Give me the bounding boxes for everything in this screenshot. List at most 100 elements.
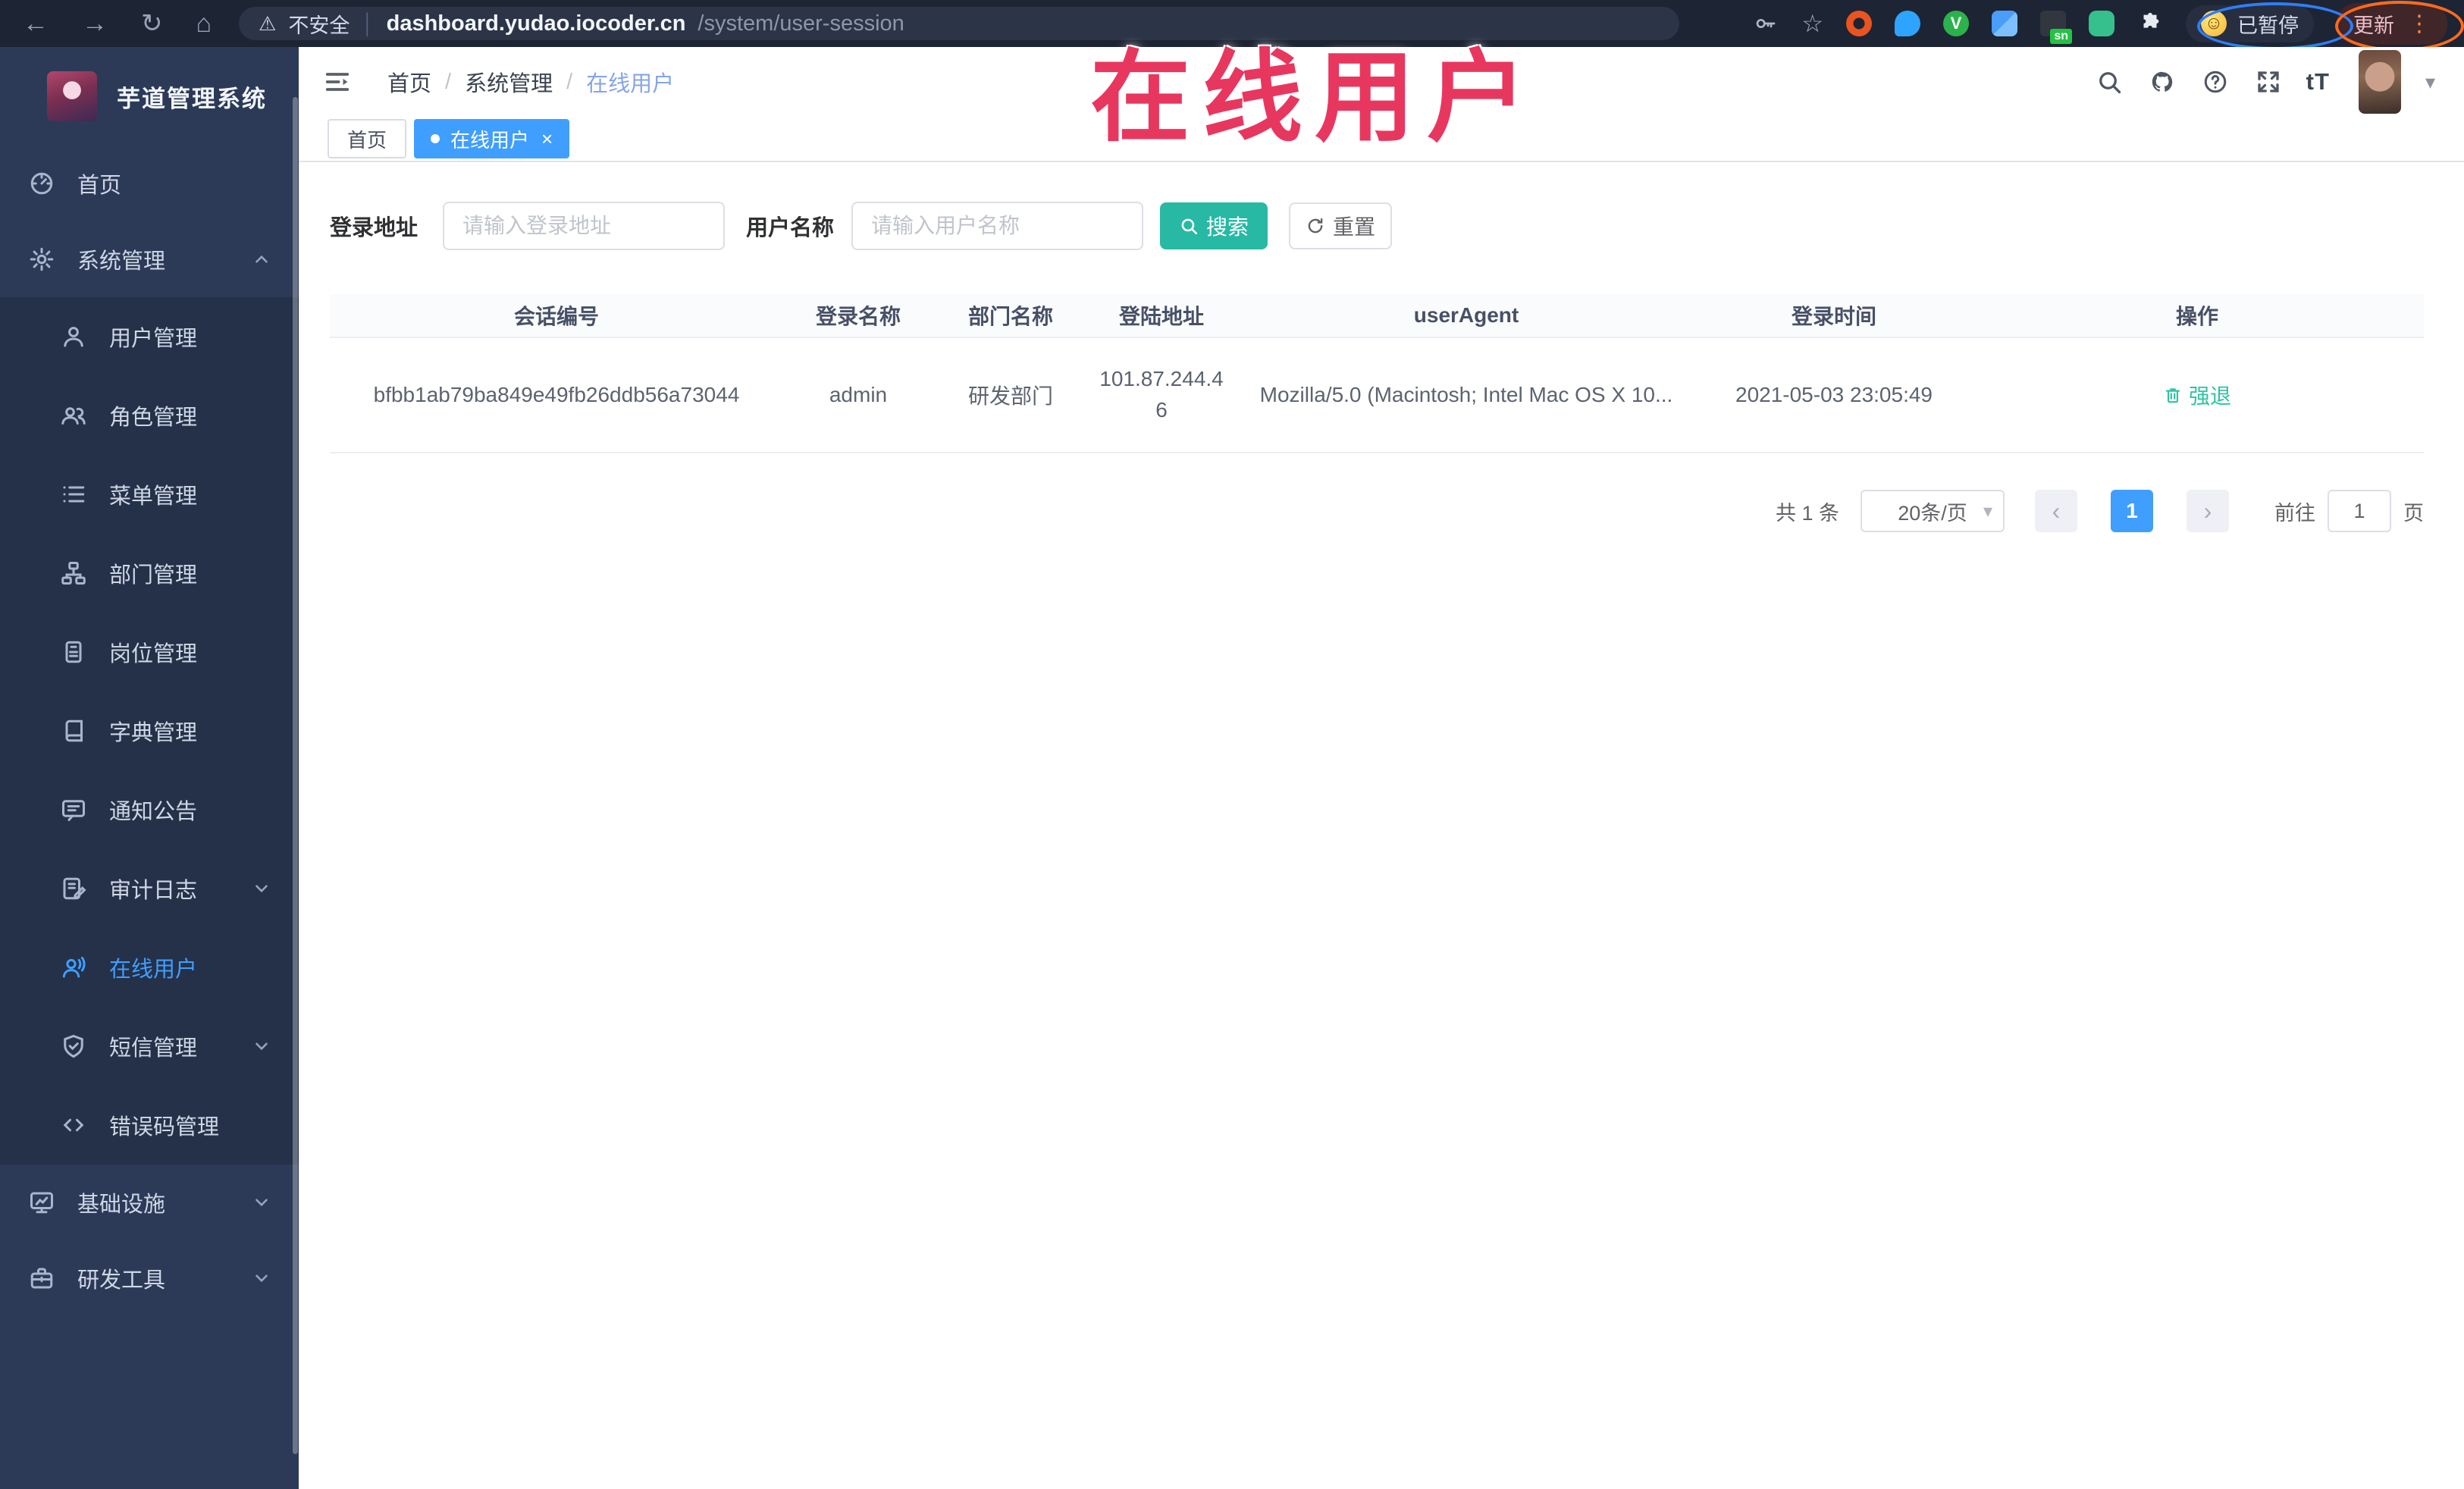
sidebar-item-label: 通知公告: [109, 800, 198, 824]
bookmark-star-icon[interactable]: ☆: [1801, 9, 1823, 38]
next-page-button[interactable]: ›: [2187, 490, 2229, 532]
sidebar-item-label: 用户管理: [109, 327, 198, 351]
login-address-label: 登录地址: [330, 216, 419, 240]
sidebar-item-role-mgmt[interactable]: 角色管理: [0, 376, 299, 455]
extension-drop-icon[interactable]: [1895, 11, 1920, 36]
hamburger-icon[interactable]: [322, 67, 353, 97]
sidebar-item-dict-mgmt[interactable]: 字典管理: [0, 691, 299, 770]
dashboard-icon: [27, 169, 56, 198]
sidebar-scrollbar[interactable]: [293, 97, 298, 1454]
sidebar-item-label: 错误码管理: [109, 1115, 220, 1139]
refresh-icon: [1308, 218, 1323, 234]
chevron-down-icon: [252, 879, 271, 898]
sidebar-item-audit-log[interactable]: 审计日志: [0, 849, 299, 928]
sidebar-item-notice[interactable]: 通知公告: [0, 770, 299, 849]
sidebar-item-sms-mgmt[interactable]: 短信管理: [0, 1007, 299, 1086]
extension-badge: sn: [2050, 29, 2072, 44]
cell-dept-name: 研发部门: [967, 384, 1053, 408]
help-icon[interactable]: [2200, 67, 2230, 97]
search-button[interactable]: 搜索: [1160, 202, 1268, 249]
sidebar-item-system[interactable]: 系统管理: [0, 221, 299, 297]
sidebar-item-label: 在线用户: [109, 958, 198, 982]
annotation-title: 在线用户: [1090, 42, 1539, 153]
avatar[interactable]: [2358, 50, 2401, 114]
reset-button[interactable]: 重置: [1289, 202, 1393, 249]
sidebar-item-dev-tools[interactable]: 研发工具: [0, 1240, 299, 1316]
sidebar-submenu-system: 用户管理 角色管理 菜单管理 部门管理 岗位管理 字典管理 通知公告 审计日志 …: [0, 297, 299, 1165]
tab-online-users[interactable]: 在线用户 ×: [414, 119, 570, 158]
profile-paused-chip[interactable]: ☺ 已暂停: [2186, 5, 2314, 42]
tab-home[interactable]: 首页: [328, 119, 407, 158]
trash-icon: [2165, 388, 2180, 403]
extension-blue-icon[interactable]: [1992, 11, 2017, 36]
sidebar-item-infrastructure[interactable]: 基础设施: [0, 1165, 299, 1240]
announcement-icon: [59, 795, 88, 824]
sidebar-item-label: 首页: [77, 174, 122, 198]
breadcrumb-system[interactable]: 系统管理: [465, 66, 553, 98]
chevron-down-icon: [252, 1193, 271, 1212]
back-icon[interactable]: ←: [23, 11, 49, 36]
profile-emoji-icon: ☺: [2201, 11, 2227, 36]
goto-page-input[interactable]: [2328, 490, 2391, 532]
search-icon[interactable]: [2094, 67, 2124, 97]
breadcrumb-separator: /: [445, 69, 452, 94]
sidebar-item-online-users[interactable]: 在线用户: [0, 928, 299, 1007]
extension-database-icon[interactable]: sn: [2040, 11, 2072, 44]
code-icon: [59, 1111, 88, 1139]
key-icon[interactable]: [1751, 10, 1779, 37]
sidebar: 芋道管理系统 首页 系统管理 用户管理 角色管理 菜单管理 部门管理 岗位管理 …: [0, 47, 299, 1489]
sidebar-item-user-mgmt[interactable]: 用户管理: [0, 297, 299, 376]
page-1-button[interactable]: 1: [2111, 490, 2153, 532]
sidebar-item-post-mgmt[interactable]: 岗位管理: [0, 613, 299, 691]
page-size-value: 20条/页: [1898, 501, 1967, 525]
page-size-select[interactable]: 20条/页 ▾: [1861, 490, 2005, 532]
sidebar-logo[interactable]: 芋道管理系统: [0, 47, 299, 146]
sidebar-item-error-code[interactable]: 错误码管理: [0, 1086, 299, 1165]
force-logout-button[interactable]: 强退: [2163, 380, 2231, 410]
content: 登录地址 用户名称 搜索 重置 会话编号: [299, 162, 2464, 1489]
fullscreen-icon[interactable]: [2253, 67, 2284, 97]
sidebar-item-label: 审计日志: [109, 879, 198, 903]
caret-down-icon[interactable]: ▾: [2425, 71, 2435, 94]
chevron-down-icon: [252, 1268, 271, 1288]
total-count: 共 1 条: [1775, 501, 1839, 525]
tab-label: 在线用户: [450, 128, 530, 152]
tab-label: 首页: [347, 128, 387, 152]
extension-v-icon[interactable]: V: [1943, 11, 1969, 36]
shield-check-icon: [59, 1032, 88, 1061]
caret-down-icon: ▾: [1983, 500, 1992, 522]
username-input[interactable]: [851, 202, 1144, 250]
gear-icon: [27, 245, 56, 274]
home-icon[interactable]: ⌂: [196, 11, 212, 36]
dictionary-icon: [59, 716, 88, 745]
sidebar-item-dept-mgmt[interactable]: 部门管理: [0, 534, 299, 613]
prev-page-button[interactable]: ‹: [2035, 490, 2077, 532]
app-title: 芋道管理系统: [117, 85, 267, 112]
chevron-up-icon: [252, 249, 271, 269]
extension-green-icon[interactable]: [2089, 11, 2114, 36]
login-address-input[interactable]: [443, 202, 726, 250]
warning-icon: ⚠: [259, 11, 277, 35]
monitor-chart-icon: [27, 1188, 56, 1217]
search-button-label: 搜索: [1206, 215, 1249, 239]
extensions-puzzle-icon[interactable]: [2137, 11, 2163, 36]
search-icon: [1181, 218, 1198, 235]
close-icon[interactable]: ×: [541, 129, 553, 149]
sidebar-item-menu-mgmt[interactable]: 菜单管理: [0, 455, 299, 534]
forward-icon[interactable]: →: [82, 11, 108, 36]
col-user-agent: userAgent: [1413, 303, 1519, 327]
browser-update-button[interactable]: 更新 ⋮: [2337, 2, 2447, 45]
sessions-table: 会话编号 登录名称 部门名称 登陆地址 userAgent 登录时间 操作 bf…: [330, 294, 2424, 453]
reload-icon[interactable]: ↻: [141, 11, 163, 36]
browser-menu-icon[interactable]: ⋮: [2408, 11, 2431, 37]
page: ← → ↻ ⌂ ⚠ 不安全 │ dashboard.yudao.iocoder.…: [0, 0, 2464, 1489]
extension-orange-icon[interactable]: [1846, 11, 1872, 36]
font-size-icon[interactable]: tT: [2306, 68, 2330, 96]
breadcrumb-home[interactable]: 首页: [387, 66, 431, 98]
sidebar-item-label: 角色管理: [109, 406, 198, 430]
security-label[interactable]: 不安全: [288, 9, 350, 39]
github-icon[interactable]: [2147, 67, 2177, 97]
sidebar-item-home[interactable]: 首页: [0, 146, 299, 221]
app-frame: 芋道管理系统 首页 系统管理 用户管理 角色管理 菜单管理 部门管理 岗位管理 …: [0, 47, 2464, 1489]
sidebar-item-label: 研发工具: [77, 1268, 166, 1293]
